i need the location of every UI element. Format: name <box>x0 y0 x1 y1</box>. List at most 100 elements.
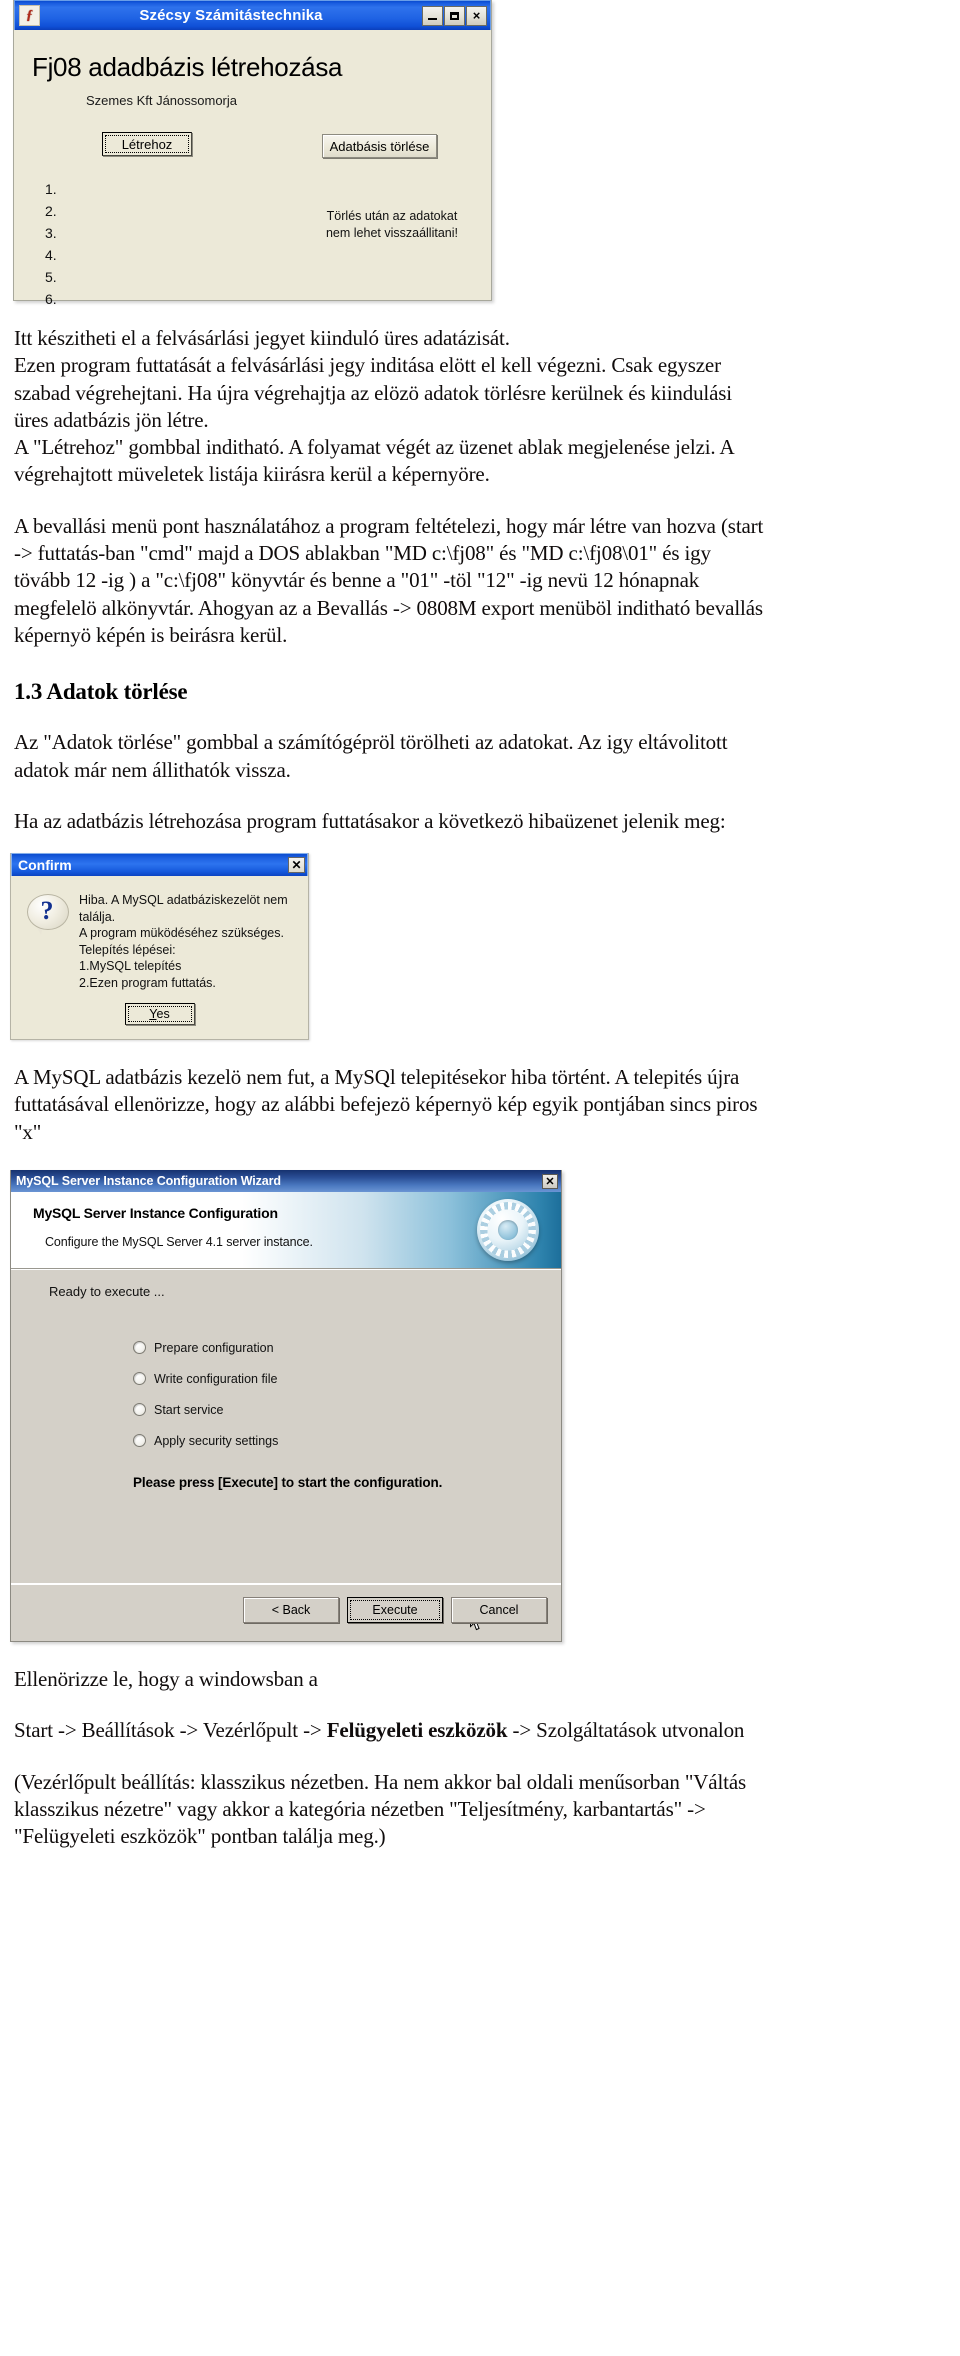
delete-database-label: Adatbásis törlése <box>329 138 430 154</box>
list-item: 6. <box>45 291 57 307</box>
cancel-button[interactable]: Cancel <box>451 1597 547 1624</box>
message-line: 2.Ezen program futtatás. <box>79 975 216 990</box>
window-controls: × <box>422 5 487 26</box>
radio-icon[interactable] <box>133 1372 146 1386</box>
para-line: "x" <box>14 1119 42 1144</box>
para-line-path: Start -> Beállítások -> Vezérlőpult -> F… <box>14 1717 946 1744</box>
wizard-banner-heading: MySQL Server Instance Configuration <box>33 1205 278 1222</box>
wizard-step-label: Prepare configuration <box>154 1340 274 1355</box>
gear-icon <box>477 1199 539 1262</box>
para-line: A MySQL adatbázis kezelö nem fut, a MySQ… <box>14 1065 740 1090</box>
wizard-step-item[interactable]: Prepare configuration <box>133 1332 278 1363</box>
paragraph-mysql-notrunning: A MySQL adatbázis kezelö nem fut, a MySQ… <box>14 1064 946 1146</box>
list-item: 1. <box>45 181 57 197</box>
warning-line-1: Törlés után az adatokat <box>326 209 458 223</box>
wizard-titlebar[interactable]: MySQL Server Instance Configuration Wiza… <box>11 1170 561 1193</box>
para-line: Ezen program futtatását a felvásárlási j… <box>14 353 721 378</box>
close-button[interactable]: × <box>466 5 487 26</box>
message-line: Telepítés lépései: <box>79 942 176 957</box>
para-line: "Felügyeleti eszközök" pontban találja m… <box>14 1824 386 1849</box>
back-button-label: < Back <box>271 1603 311 1618</box>
wizard-step-item[interactable]: Start service <box>133 1394 278 1425</box>
app-logo-icon: ƒ <box>19 5 40 26</box>
radio-icon[interactable] <box>133 1341 146 1355</box>
wizard-step-label: Start service <box>154 1402 224 1417</box>
para-line: Az "Adatok törlése" gombbal a számítógép… <box>14 730 728 755</box>
confirm-dialog: Confirm ✕ ? Hiba. A MySQL adatbáziskezel… <box>10 853 309 1041</box>
back-button[interactable]: < Back <box>243 1597 339 1624</box>
delete-warning-text: Törlés után az adatokat nem lehet vissza… <box>317 208 467 242</box>
path-prefix: Start -> Beállítások -> Vezérlőpult -> <box>14 1718 327 1743</box>
mysql-config-wizard: MySQL Server Instance Configuration Wiza… <box>10 1170 562 1643</box>
para-line: tövább 12 -ig ) a "c:\fj08" könyvtár és … <box>14 568 700 593</box>
list-item: 3. <box>45 225 57 241</box>
path-bold-segment: Felügyeleti eszközök <box>326 1718 508 1743</box>
yes-button[interactable]: Yes <box>124 1003 195 1026</box>
wizard-step-label: Write configuration file <box>154 1371 278 1386</box>
list-item: 4. <box>45 247 57 263</box>
para-line: adatok már nem állithatók vissza. <box>14 757 291 782</box>
question-mark-glyph: ? <box>40 896 54 926</box>
paragraph-control-panel-note: (Vezérlőpult beállítás: klasszikus nézet… <box>14 1769 946 1851</box>
paragraph-adatok-torlese: Az "Adatok törlése" gombbal a számítógép… <box>14 729 946 784</box>
wizard-status-text: Ready to execute ... <box>49 1284 165 1300</box>
minimize-button[interactable] <box>422 5 443 26</box>
app-window-szecsy: ƒ Szécsy Számitástechnika × Fj08 adadbáz… <box>13 0 492 307</box>
confirm-dialog-title: Confirm <box>18 857 72 874</box>
paragraph-intro: Itt készitheti el a felvásárlási jegyet … <box>14 325 946 489</box>
wizard-content: Ready to execute ... Prepare configurati… <box>11 1269 561 1584</box>
message-line: A program müködéséhez szükséges. <box>79 926 284 941</box>
paragraph-path: Start -> Beállítások -> Vezérlőpult -> F… <box>14 1717 946 1744</box>
app-window-body: Fj08 adadbázis létrehozása Szemes Kft Já… <box>14 30 491 307</box>
confirm-dialog-footer: Yes <box>11 999 308 1039</box>
para-line: A "Létrehoz" gombbal inditható. A folyam… <box>14 435 735 460</box>
para-line: futtatásával ellenörizze, hogy az alábbi… <box>14 1092 758 1117</box>
maximize-button[interactable] <box>444 5 465 26</box>
app-heading: Fj08 adadbázis létrehozása <box>32 52 343 82</box>
path-suffix: -> Szolgáltatások utvonalon <box>507 1718 745 1743</box>
close-icon[interactable]: ✕ <box>288 857 305 874</box>
para-line: Ha az adatbázis létrehozása program futt… <box>14 808 726 833</box>
para-line: megfelelö alkönyvtár. Ahogyan az a Beval… <box>14 595 763 620</box>
para-line: A bevallási menü pont használatához a pr… <box>14 513 764 538</box>
section-heading-wrap: 1.3 Adatok törlése <box>14 679 946 705</box>
para-line: képernyö képén is beirásra kerül. <box>14 622 288 647</box>
wizard-step-item[interactable]: Write configuration file <box>133 1363 278 1394</box>
para-line: üres adatbázis jön létre. <box>14 407 209 432</box>
paragraph-bevallas: A bevallási menü pont használatához a pr… <box>14 513 946 649</box>
wizard-step-label: Apply security settings <box>154 1433 279 1448</box>
paragraph-check-windows: Ellenörizze le, hogy a windowsban a <box>14 1666 946 1693</box>
app-subtitle: Szemes Kft Jánossomorja <box>86 93 238 108</box>
delete-database-button[interactable]: Adatbásis törlése <box>322 134 437 158</box>
para-line: Itt készitheti el a felvásárlási jegyet … <box>14 326 510 350</box>
message-line: Hiba. A MySQL adatbáziskezelöt nem talál… <box>79 893 288 924</box>
wizard-banner: MySQL Server Instance Configuration Conf… <box>11 1192 561 1270</box>
radio-icon[interactable] <box>133 1434 146 1448</box>
wizard-prompt-text: Please press [Execute] to start the conf… <box>133 1475 443 1491</box>
para-line: -> futtatás-ban "cmd" majd a DOS ablakba… <box>14 541 711 566</box>
wizard-step-list: Prepare configuration Write configuratio… <box>133 1332 278 1456</box>
para-line: végrehajtott müveletek listája kiirásra … <box>14 462 490 487</box>
para-line: (Vezérlőpult beállítás: klasszikus nézet… <box>14 1769 747 1794</box>
close-icon[interactable]: ✕ <box>542 1173 558 1189</box>
question-bubble-icon: ? <box>27 894 69 936</box>
create-database-button[interactable]: Létrehoz <box>102 132 192 156</box>
cancel-button-label: Cancel <box>479 1603 519 1618</box>
focus-ring <box>127 1006 192 1023</box>
focus-ring <box>105 135 189 153</box>
app-window-title: Szécsy Számitástechnika <box>139 7 323 24</box>
list-item: 2. <box>45 203 57 219</box>
app-window-titlebar[interactable]: ƒ Szécsy Számitástechnika × <box>14 0 491 30</box>
wizard-button-row: < Back Execute Cancel <box>243 1597 547 1631</box>
wizard-banner-subtitle: Configure the MySQL Server 4.1 server in… <box>45 1235 313 1250</box>
focus-ring <box>350 1600 440 1621</box>
confirm-dialog-titlebar[interactable]: Confirm ✕ <box>11 853 308 877</box>
wizard-title: MySQL Server Instance Configuration Wiza… <box>16 1174 281 1189</box>
execute-button[interactable]: Execute <box>347 1597 483 1631</box>
confirm-dialog-body: ? Hiba. A MySQL adatbáziskezelöt nem tal… <box>11 876 308 999</box>
wizard-step-item[interactable]: Apply security settings <box>133 1425 278 1456</box>
confirm-dialog-message: Hiba. A MySQL adatbáziskezelöt nem talál… <box>79 890 298 991</box>
step-number-list: 1. 2. 3. 4. 5. 6. <box>45 178 57 310</box>
wizard-footer: < Back Execute Cancel <box>11 1583 561 1642</box>
radio-icon[interactable] <box>133 1403 146 1417</box>
